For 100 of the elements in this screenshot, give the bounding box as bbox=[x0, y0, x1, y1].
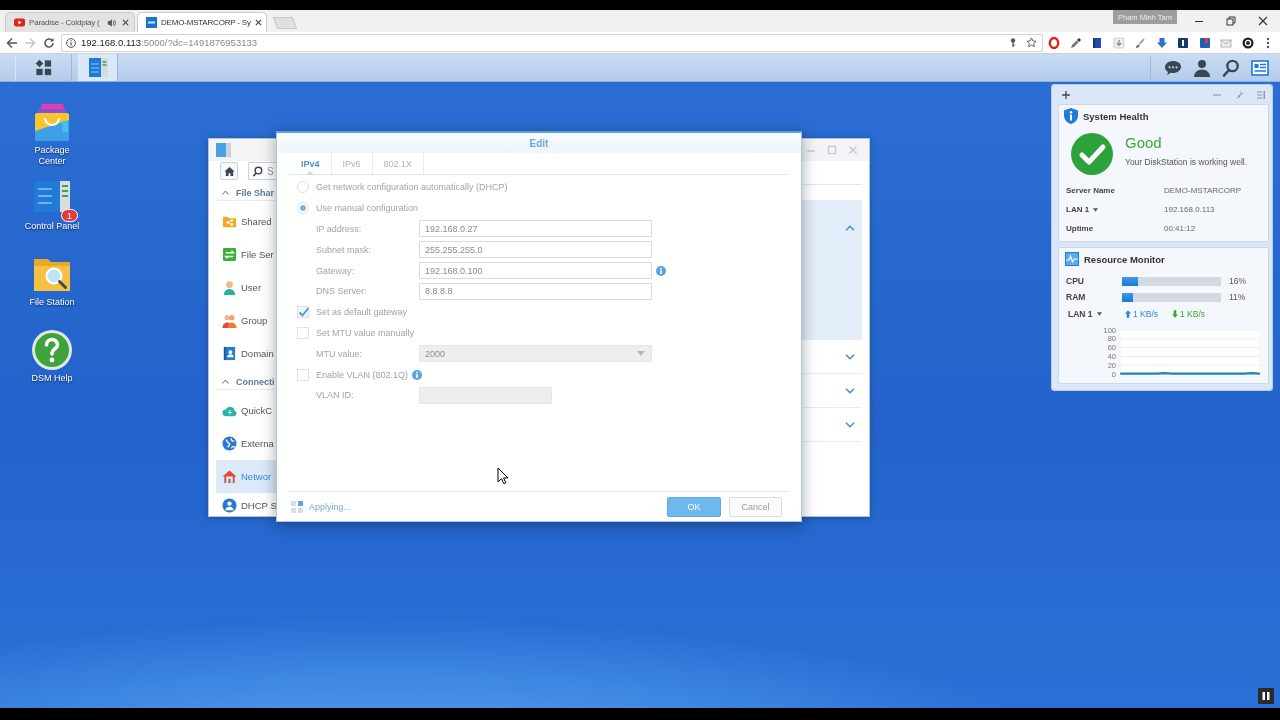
mouse-pointer-icon bbox=[497, 467, 509, 485]
arrow-shape-icon[interactable] bbox=[1155, 36, 1168, 49]
help-icon[interactable] bbox=[32, 330, 72, 370]
list-icon[interactable] bbox=[1257, 90, 1265, 99]
checkbox-label[interactable]: Enable VLAN (802.1Q) bbox=[316, 369, 409, 380]
card-icon[interactable] bbox=[1251, 58, 1269, 77]
browser-tab[interactable]: Paradise - Coldplay ( bbox=[5, 12, 135, 32]
close-icon[interactable] bbox=[1258, 16, 1268, 26]
dialog-tab[interactable]: IPv4 bbox=[290, 153, 332, 174]
sidebar-item[interactable]: Networ bbox=[216, 460, 276, 493]
add-icon[interactable] bbox=[1062, 90, 1070, 99]
app-icon bbox=[216, 143, 231, 157]
pause-icon[interactable] bbox=[1258, 688, 1274, 704]
notification-count: 1 bbox=[61, 209, 78, 222]
user-icon bbox=[222, 280, 237, 295]
text-field[interactable]: 8.8.8.8 bbox=[419, 282, 652, 300]
close-icon[interactable] bbox=[122, 19, 129, 26]
caret-icon[interactable] bbox=[1096, 312, 1102, 316]
checkbox[interactable] bbox=[297, 368, 309, 381]
card-title: System Health bbox=[1083, 110, 1149, 122]
checkbox-label[interactable]: Set as default gateway bbox=[316, 307, 408, 318]
text-field[interactable]: 255.255.255.0 bbox=[419, 241, 652, 259]
home-button[interactable] bbox=[220, 162, 238, 180]
cancel-button[interactable]: Cancel bbox=[729, 496, 782, 517]
back-icon[interactable] bbox=[6, 36, 18, 49]
sidebar-item[interactable]: Domain bbox=[216, 337, 276, 370]
app-button[interactable] bbox=[78, 54, 118, 81]
dark-circle-icon[interactable] bbox=[1241, 36, 1254, 49]
pin-icon[interactable] bbox=[1235, 90, 1243, 99]
radio-label[interactable]: Use manual configuration bbox=[316, 203, 419, 214]
book-icon[interactable] bbox=[1091, 36, 1103, 49]
radio-button[interactable] bbox=[297, 202, 309, 215]
down-arrow-icon bbox=[1172, 310, 1178, 318]
text-field[interactable]: 192.168.0.100 bbox=[419, 262, 652, 280]
sidebar-item[interactable]: QuickC bbox=[216, 394, 276, 427]
reload-icon[interactable] bbox=[43, 36, 55, 49]
main-menu-button[interactable] bbox=[15, 54, 72, 81]
download-icon[interactable] bbox=[1112, 36, 1125, 49]
group-icon bbox=[222, 313, 237, 328]
loading-squares-icon bbox=[291, 500, 303, 513]
info-value: DEMO-MSTARCORP bbox=[1164, 186, 1243, 195]
shared-folder-icon bbox=[222, 214, 237, 229]
info-label: Server Name bbox=[1066, 186, 1115, 195]
pulse-chart-icon bbox=[1065, 252, 1079, 266]
sidebar-item[interactable]: Group bbox=[216, 304, 276, 337]
sidebar-item[interactable]: Shared bbox=[216, 205, 276, 238]
chat-bubble-icon[interactable] bbox=[1164, 58, 1182, 77]
close-icon[interactable] bbox=[254, 19, 262, 26]
field-label: IP address: bbox=[316, 224, 363, 234]
brush-icon[interactable] bbox=[1134, 36, 1146, 49]
desktop-icon-label[interactable]: File Station bbox=[22, 297, 82, 308]
address-bar[interactable]: 192.168.0.113:5000/?dc=1491876953133 bbox=[61, 33, 1043, 52]
search-icon[interactable] bbox=[1222, 58, 1240, 77]
shopping-bag-icon[interactable] bbox=[32, 102, 72, 142]
upload-rate: 1 KB/s bbox=[1133, 309, 1159, 319]
caret-icon[interactable] bbox=[1093, 207, 1099, 212]
radio-label[interactable]: Get network configuration automatically (DHCP) bbox=[316, 182, 508, 193]
radio-button[interactable] bbox=[297, 181, 309, 194]
desktop-icon-label[interactable]: Control Panel bbox=[22, 221, 82, 232]
grid-icon bbox=[35, 59, 52, 76]
checkbox[interactable] bbox=[297, 326, 309, 339]
url-text: 192.168.0.113:5000/?dc=1491876953133 bbox=[81, 37, 258, 48]
sidebar-item[interactable]: Externa bbox=[216, 427, 276, 460]
info-icon[interactable] bbox=[66, 37, 76, 48]
dark-tile-icon[interactable] bbox=[1177, 36, 1189, 49]
chevron-icon[interactable] bbox=[845, 421, 855, 428]
sidebar-item[interactable]: DHCP S bbox=[216, 493, 276, 516]
desktop-icon-label[interactable]: Package Center bbox=[22, 145, 82, 167]
more-icon[interactable] bbox=[1265, 36, 1270, 49]
restore-icon[interactable] bbox=[1226, 16, 1236, 26]
house-icon bbox=[222, 469, 237, 484]
bookmark-tile-icon[interactable] bbox=[1198, 36, 1211, 49]
chevron-icon[interactable] bbox=[845, 353, 855, 360]
app-tile-icon bbox=[146, 17, 157, 28]
info-label[interactable]: LAN 1 bbox=[1066, 205, 1090, 214]
text-field[interactable]: 192.168.0.27 bbox=[419, 220, 652, 238]
star-icon[interactable] bbox=[1026, 37, 1037, 48]
card-title: Resource Monitor bbox=[1084, 253, 1165, 265]
speaker-icon[interactable] bbox=[107, 17, 116, 28]
checkbox-label[interactable]: Set MTU value manually bbox=[316, 327, 415, 338]
checkbox[interactable] bbox=[297, 306, 309, 319]
transfer-arrows-icon bbox=[222, 247, 237, 262]
video-play-icon bbox=[14, 17, 25, 28]
sidebar-item[interactable]: File Ser bbox=[216, 238, 276, 271]
address-book-icon bbox=[222, 346, 237, 361]
browser-tab[interactable]: DEMO-MSTARCORP - Sy bbox=[137, 12, 267, 32]
meter-reading: 16% bbox=[1229, 276, 1246, 286]
chevron-icon[interactable] bbox=[845, 387, 855, 394]
key-icon[interactable] bbox=[1008, 37, 1018, 48]
chevron-icon[interactable] bbox=[845, 225, 855, 231]
desktop-icon-label[interactable]: DSM Help bbox=[22, 373, 82, 384]
info-value: 00:41:12 bbox=[1164, 224, 1197, 233]
search-field[interactable]: S bbox=[248, 162, 276, 180]
eyedropper-icon[interactable] bbox=[1069, 36, 1082, 49]
globe-icon bbox=[222, 436, 237, 451]
ring-icon[interactable] bbox=[1048, 36, 1060, 49]
caret-icon bbox=[637, 351, 645, 357]
sidebar-item[interactable]: User bbox=[216, 271, 276, 304]
interface-label[interactable]: LAN 1 bbox=[1068, 309, 1093, 319]
user-icon[interactable] bbox=[1193, 58, 1211, 77]
